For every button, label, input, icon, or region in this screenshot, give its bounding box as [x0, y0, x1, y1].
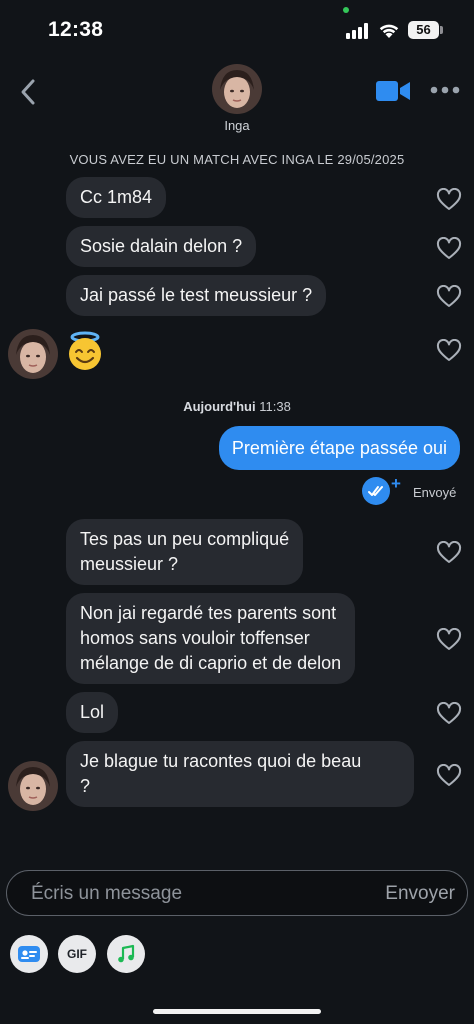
message-input[interactable]: Écris un message Envoyer — [6, 870, 468, 916]
message-line: Lol — [80, 702, 105, 722]
message-line: meussieur ? — [80, 554, 179, 574]
message-line: Non jai regardé tes parents sont — [80, 603, 337, 623]
cellular-signal-icon — [346, 23, 368, 39]
emoji-message[interactable]: 😇 — [66, 331, 104, 371]
gif-label: GIF — [67, 947, 87, 961]
message-text: Cc 1m84 — [80, 187, 153, 207]
sender-avatar[interactable] — [8, 761, 58, 811]
profile-card-icon — [18, 946, 40, 962]
message-line: Tes pas un peu compliqué — [80, 529, 290, 549]
battery-level: 56 — [408, 21, 439, 39]
send-button[interactable]: Envoyer — [385, 883, 455, 905]
music-button[interactable] — [107, 935, 145, 973]
match-notice: VOUS AVEZ EU UN MATCH AVEC INGA LE 29/05… — [69, 152, 405, 167]
heart-icon[interactable] — [436, 764, 462, 788]
day-separator: Aujourd'hui 11:38 — [0, 399, 474, 414]
message-line: Je blague tu racontes quoi de beau — [80, 751, 362, 771]
heart-icon[interactable] — [436, 237, 462, 261]
plus-icon[interactable]: + — [391, 474, 401, 494]
day-time: 11:38 — [259, 399, 291, 414]
battery-cap — [440, 26, 443, 34]
more-options-button[interactable] — [430, 82, 460, 100]
received-message[interactable]: Lol — [66, 692, 119, 733]
status-time: 12:38 — [48, 18, 104, 41]
wifi-icon — [379, 24, 399, 38]
heart-icon[interactable] — [436, 285, 462, 309]
received-message[interactable]: Cc 1m84 — [66, 177, 167, 218]
chat-screen: 12:38 56 Inga VOUS AVEZ EU UN MATCH AVEC… — [0, 0, 474, 1024]
day-label: Aujourd'hui — [183, 399, 256, 414]
received-message[interactable]: Non jai regardé tes parents sont homos s… — [66, 593, 356, 684]
video-camera-icon — [376, 81, 410, 101]
received-message[interactable]: Sosie dalain delon ? — [66, 226, 257, 267]
halo-smile-emoji-icon — [69, 331, 101, 370]
received-message[interactable]: Tes pas un peu compliqué meussieur ? — [66, 519, 304, 585]
sent-message[interactable]: Première étape passée oui — [218, 426, 460, 470]
sender-avatar[interactable] — [8, 329, 58, 379]
message-text: Jai passé le test meussieur ? — [80, 285, 313, 305]
double-check-icon — [368, 486, 383, 496]
read-receipt[interactable] — [362, 477, 390, 505]
chevron-left-icon — [21, 79, 35, 105]
home-indicator[interactable] — [153, 1009, 321, 1014]
received-message[interactable]: Jai passé le test meussieur ? — [66, 275, 327, 316]
message-text: Sosie dalain delon ? — [80, 236, 243, 256]
status-bar: 12:38 56 — [0, 0, 474, 58]
contact-avatar[interactable] — [212, 64, 262, 114]
heart-icon[interactable] — [436, 702, 462, 726]
camera-indicator-dot — [343, 7, 349, 13]
back-button[interactable] — [14, 77, 42, 107]
message-status: Envoyé — [413, 485, 457, 500]
more-dots-icon — [430, 86, 460, 94]
video-call-button[interactable] — [375, 79, 411, 108]
message-text: Première étape passée oui — [231, 438, 447, 458]
gif-button[interactable]: GIF — [58, 935, 96, 973]
heart-icon[interactable] — [436, 628, 462, 652]
avatar-photo — [8, 329, 58, 379]
profile-card-button[interactable] — [10, 935, 48, 973]
message-line: homos sans vouloir toffenser — [80, 628, 310, 648]
message-input-placeholder: Écris un message — [31, 883, 183, 904]
message-line: mélange de di caprio et de delon — [80, 653, 342, 673]
avatar-photo — [8, 761, 58, 811]
heart-icon[interactable] — [436, 541, 462, 565]
music-note-icon — [118, 944, 135, 963]
message-line: ? — [80, 776, 91, 796]
heart-icon[interactable] — [436, 339, 462, 363]
received-message[interactable]: Je blague tu racontes quoi de beau ? — [66, 741, 414, 807]
heart-icon[interactable] — [436, 188, 462, 212]
contact-name[interactable]: Inga — [0, 118, 474, 133]
avatar-photo — [212, 64, 262, 114]
